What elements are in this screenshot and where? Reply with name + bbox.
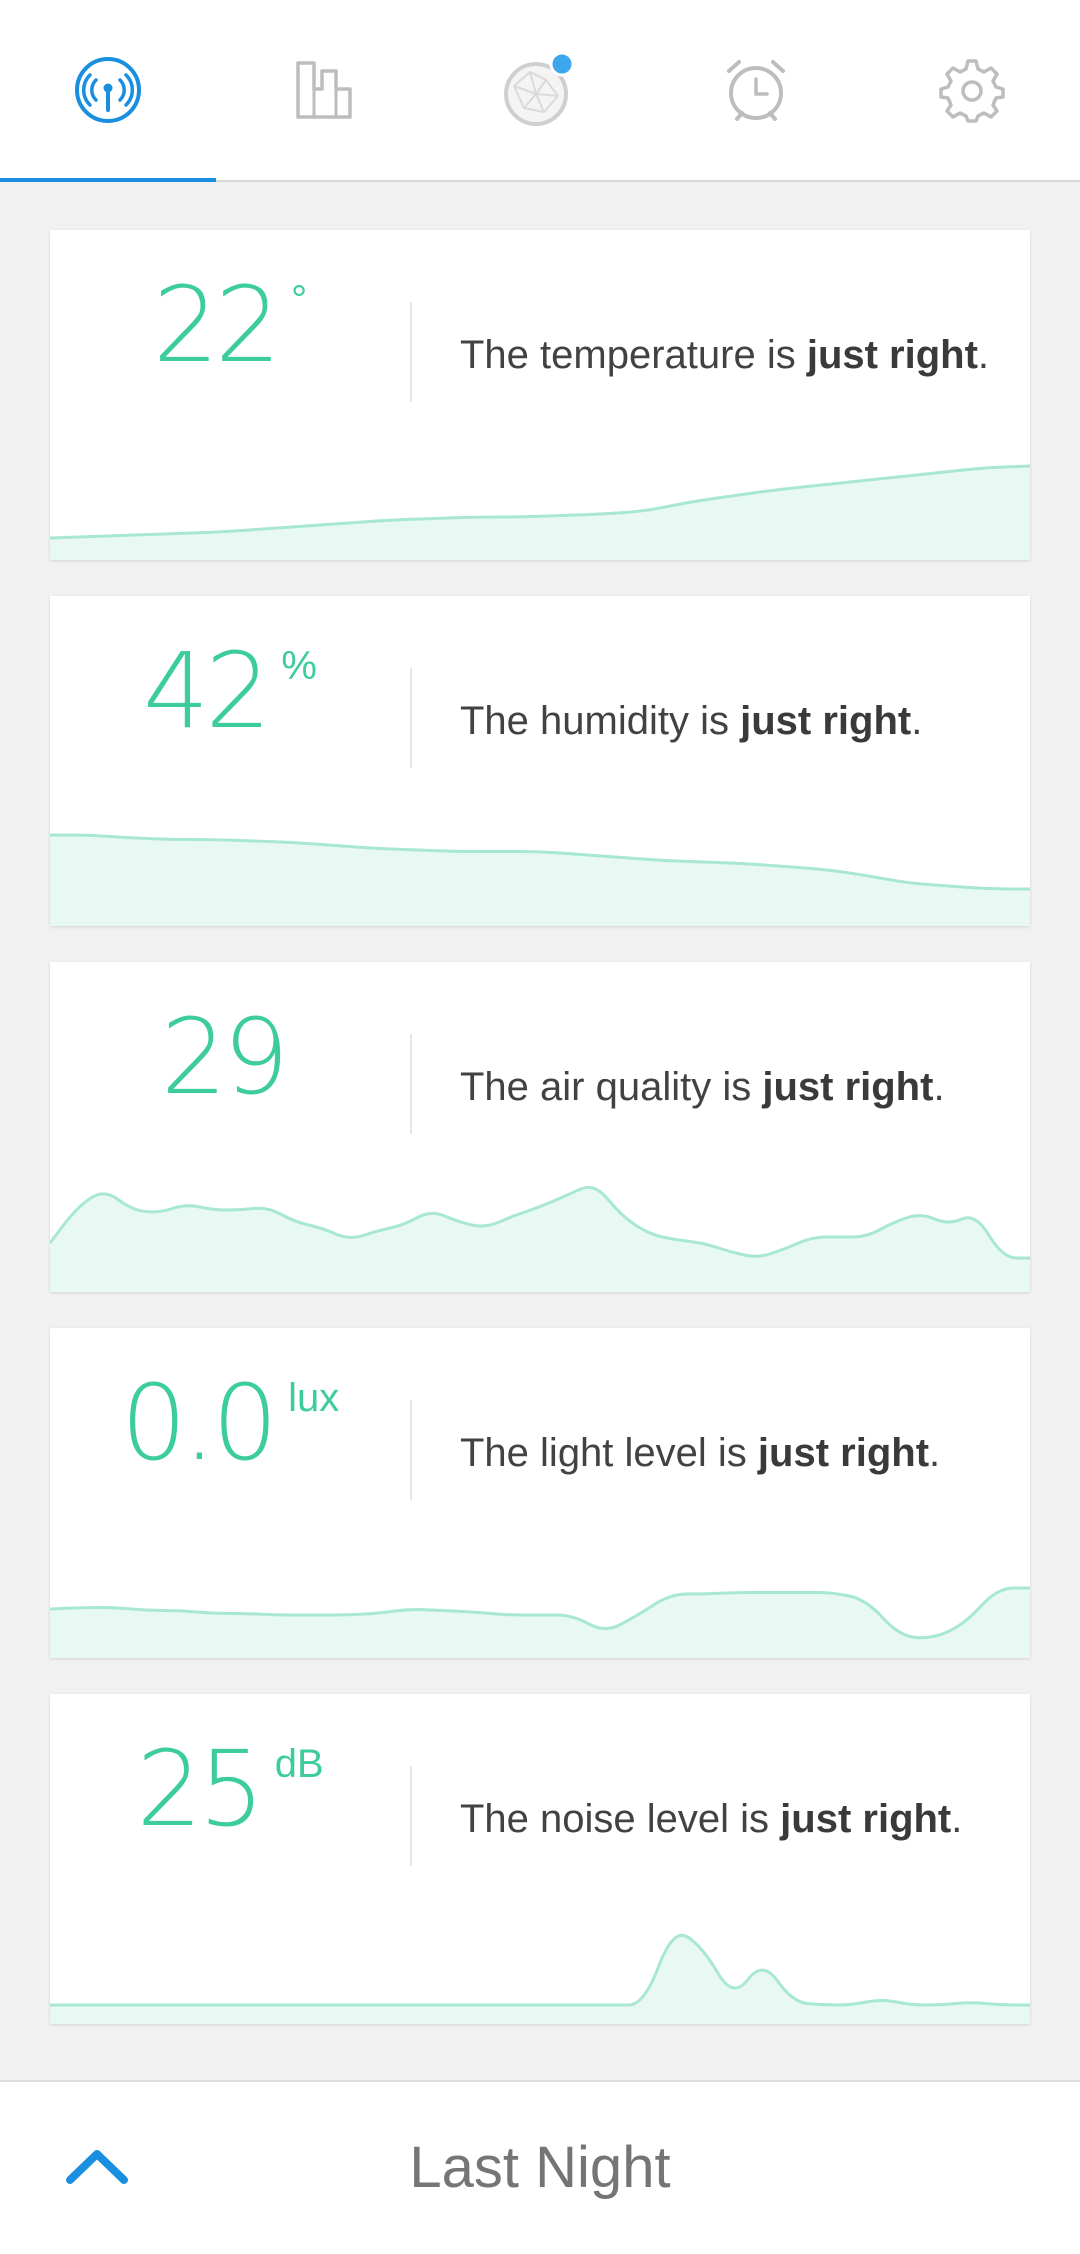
- trend-area: [50, 1187, 1030, 1292]
- trend-line: [50, 1933, 1030, 2007]
- light-card[interactable]: 0.0 lux The light level is just right.: [50, 1328, 1030, 1658]
- gear-icon: [939, 59, 1005, 123]
- humidity-unit: %: [281, 644, 317, 688]
- noise-reading: 25 dB: [50, 1734, 410, 1844]
- humidity-trend-chart: [50, 833, 1030, 926]
- noise-value: 25: [136, 1728, 264, 1850]
- trend-area: [50, 466, 1030, 560]
- status-text: The temperature is: [460, 333, 807, 377]
- status-suffix: .: [929, 1431, 941, 1475]
- status-text: The light level is: [460, 1431, 758, 1475]
- tab-device[interactable]: [432, 0, 648, 180]
- noise-trend-chart: [50, 1933, 1030, 2024]
- floorplan-icon: [296, 61, 352, 119]
- card-divider: [410, 302, 412, 402]
- period-label: Last Night: [409, 2135, 671, 2200]
- alarm-clock-icon: [727, 60, 785, 121]
- status-text: The humidity is: [460, 699, 741, 743]
- active-tab-indicator: [0, 178, 216, 182]
- status-suffix: .: [911, 699, 923, 743]
- temperature-reading: 22 °: [50, 270, 410, 380]
- status-emphasis: just right: [762, 1065, 934, 1109]
- humidity-card[interactable]: 42% The humidity is just right.: [50, 596, 1030, 926]
- trend-area: [50, 835, 1030, 926]
- tab-sensors[interactable]: [0, 0, 216, 182]
- card-divider: [410, 1034, 412, 1134]
- air-quality-card[interactable]: 29 The air quality is just right.: [50, 962, 1030, 1292]
- trend-area: [50, 1935, 1030, 2024]
- sensor-orb-icon: [504, 51, 575, 126]
- light-unit: lux: [288, 1376, 340, 1420]
- light-value: 0.0: [120, 1362, 278, 1484]
- light-reading: 0.0 lux: [50, 1368, 410, 1478]
- status-suffix: .: [933, 1065, 945, 1109]
- tab-settings[interactable]: [864, 0, 1080, 180]
- status-suffix: .: [951, 1797, 963, 1841]
- temperature-trend-chart: [50, 464, 1030, 560]
- tab-rooms[interactable]: [216, 0, 432, 180]
- air-quality-reading: 29: [50, 1002, 410, 1112]
- card-divider: [410, 668, 412, 768]
- humidity-value: 42: [143, 630, 271, 752]
- status-suffix: .: [977, 333, 990, 377]
- temperature-value: 22: [152, 264, 281, 386]
- status-text: The noise level is: [460, 1797, 781, 1841]
- sensor-card-list: 22 ° The temperature is just right. 42% T…: [50, 230, 1030, 2060]
- period-bar[interactable]: Last Night: [0, 2080, 1080, 2254]
- status-emphasis: just right: [740, 699, 912, 743]
- temperature-card[interactable]: 22 ° The temperature is just right.: [50, 230, 1030, 560]
- air-quality-trend-chart: [50, 1185, 1030, 1292]
- tab-alarm[interactable]: [648, 0, 864, 180]
- card-divider: [410, 1400, 412, 1500]
- noise-card[interactable]: 25 dB The noise level is just right.: [50, 1694, 1030, 2024]
- trend-area: [50, 1588, 1030, 1658]
- tab-bar: [0, 0, 1080, 182]
- status-emphasis: just right: [780, 1797, 952, 1841]
- temperature-unit: °: [291, 278, 308, 322]
- noise-unit: dB: [274, 1742, 324, 1786]
- air-quality-value: 29: [160, 996, 289, 1118]
- light-trend-chart: [50, 1586, 1030, 1658]
- status-text: The air quality is: [460, 1065, 763, 1109]
- humidity-reading: 42%: [50, 636, 410, 746]
- broadcast-icon: [75, 57, 141, 123]
- card-divider: [410, 1766, 412, 1866]
- status-emphasis: just right: [757, 1431, 930, 1475]
- status-emphasis: just right: [806, 333, 978, 377]
